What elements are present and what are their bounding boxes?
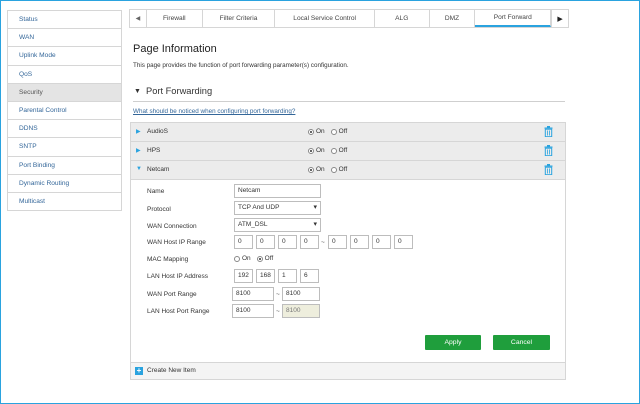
- tab-scroll-right-icon[interactable]: ▶: [551, 10, 568, 27]
- wan-port-end-input[interactable]: 8100: [282, 287, 320, 301]
- wan-ip-end-octet-4[interactable]: 0: [394, 235, 413, 249]
- sidebar-item-status[interactable]: Status: [8, 11, 121, 30]
- sidebar-item-uplink-mode[interactable]: Uplink Mode: [8, 47, 121, 66]
- port-forward-rules: ▶ AudioS On Off ▶ HPS On Off ▼ Netcam On…: [130, 122, 566, 380]
- wan-port-start-input[interactable]: 8100: [232, 287, 274, 301]
- rule-off-label: Off: [338, 147, 348, 154]
- wan-ip-end-octet-1[interactable]: 0: [328, 235, 347, 249]
- page-description: This page provides the function of port …: [133, 62, 349, 69]
- cancel-button[interactable]: Cancel: [493, 335, 550, 350]
- wan-ip-end-octet-3[interactable]: 0: [372, 235, 391, 249]
- wan-ip-start-octet-2[interactable]: 0: [256, 235, 275, 249]
- lan-ip-octet-3[interactable]: 1: [278, 269, 297, 283]
- trash-icon[interactable]: [544, 126, 553, 137]
- range-separator: ~: [276, 291, 280, 298]
- rule-on-label: On: [316, 166, 325, 173]
- plus-icon[interactable]: +: [135, 367, 143, 375]
- wan-ip-start-octet-1[interactable]: 0: [234, 235, 253, 249]
- section-title: Port Forwarding: [146, 86, 213, 96]
- apply-button[interactable]: Apply: [425, 335, 481, 350]
- tab-local-service-control[interactable]: Local Service Control: [275, 10, 375, 27]
- collapse-arrow-icon[interactable]: ▼: [134, 88, 141, 95]
- rule-on-radio[interactable]: [308, 166, 314, 173]
- wan-ip-end-octet-2[interactable]: 0: [350, 235, 369, 249]
- sidebar-item-parental-control[interactable]: Parental Control: [8, 101, 121, 121]
- rule-name: Netcam: [147, 166, 170, 173]
- expand-arrow-icon[interactable]: ▶: [136, 128, 141, 135]
- rule-state-radio-group: On Off: [308, 128, 353, 135]
- range-separator: ~: [321, 239, 325, 246]
- lan-host-ip-label: LAN Host IP Address: [147, 273, 208, 280]
- name-input[interactable]: Netcam: [234, 184, 321, 198]
- tab-bar: ◀ Firewall Filter Criteria Local Service…: [129, 9, 569, 28]
- rule-off-radio[interactable]: [330, 166, 337, 173]
- sidebar-item-wan[interactable]: WAN: [8, 29, 121, 48]
- tab-filter-criteria[interactable]: Filter Criteria: [203, 10, 276, 27]
- rule-on-label: On: [316, 128, 325, 135]
- lan-ip-octet-4[interactable]: 6: [300, 269, 319, 283]
- lan-port-end-input: 8100: [282, 304, 320, 318]
- sidebar-nav: Status WAN Uplink Mode QoS Security Pare…: [7, 10, 122, 212]
- page-title: Page Information: [133, 43, 217, 55]
- trash-icon[interactable]: [544, 164, 553, 175]
- rule-edit-form: Name Netcam Protocol TCP And UDP WAN Con…: [131, 180, 565, 363]
- sidebar-item-qos[interactable]: QoS: [8, 65, 121, 84]
- expand-arrow-icon[interactable]: ▶: [136, 147, 141, 154]
- tab-dmz[interactable]: DMZ: [430, 10, 476, 27]
- rule-name: AudioS: [147, 128, 168, 135]
- rule-row-audios[interactable]: ▶ AudioS On Off: [131, 123, 565, 142]
- sidebar-item-sntp[interactable]: SNTP: [8, 138, 121, 157]
- name-label: Name: [147, 188, 165, 195]
- mac-off-radio[interactable]: [256, 255, 263, 262]
- sidebar-item-multicast[interactable]: Multicast: [8, 192, 121, 212]
- protocol-select[interactable]: TCP And UDP: [234, 201, 321, 215]
- range-separator: ~: [276, 308, 280, 315]
- lan-port-start-input[interactable]: 8100: [232, 304, 274, 318]
- lan-ip-octet-1[interactable]: 192: [234, 269, 253, 283]
- mac-on-radio[interactable]: [234, 255, 240, 262]
- rule-row-hps[interactable]: ▶ HPS On Off: [131, 142, 565, 161]
- trash-icon[interactable]: [544, 145, 553, 156]
- rule-off-label: Off: [338, 128, 348, 135]
- section-header[interactable]: ▼ Port Forwarding: [133, 85, 565, 102]
- protocol-label: Protocol: [147, 206, 171, 213]
- wan-port-range-label: WAN Port Range: [147, 291, 197, 298]
- rule-row-netcam[interactable]: ▼ Netcam On Off: [131, 161, 565, 180]
- create-new-item-row[interactable]: + Create New Item: [131, 363, 565, 380]
- wan-ip-start-octet-3[interactable]: 0: [278, 235, 297, 249]
- mac-mapping-label: MAC Mapping: [147, 256, 189, 263]
- wan-connection-select[interactable]: ATM_DSL: [234, 218, 321, 232]
- mac-mapping-radio-group: On Off: [234, 255, 279, 262]
- wan-ip-start-octet-4[interactable]: 0: [300, 235, 319, 249]
- notice-link[interactable]: What should be noticed when configuring …: [133, 108, 295, 115]
- mac-off-label: Off: [264, 255, 274, 262]
- create-new-item-label[interactable]: Create New Item: [147, 367, 196, 374]
- rule-state-radio-group: On Off: [308, 147, 353, 154]
- rule-on-radio[interactable]: [308, 147, 314, 154]
- sidebar-item-security[interactable]: Security: [8, 83, 121, 102]
- lan-ip-octet-2[interactable]: 168: [256, 269, 275, 283]
- tab-firewall[interactable]: Firewall: [147, 10, 203, 27]
- rule-state-radio-group: On Off: [308, 166, 353, 173]
- sidebar-item-port-binding[interactable]: Port Binding: [8, 156, 121, 175]
- sidebar-item-dynamic-routing[interactable]: Dynamic Routing: [8, 174, 121, 193]
- rule-name: HPS: [147, 147, 161, 154]
- rule-on-radio[interactable]: [308, 128, 314, 135]
- rule-off-label: Off: [338, 166, 348, 173]
- rule-off-radio[interactable]: [330, 128, 337, 135]
- lan-port-range-label: LAN Host Port Range: [147, 308, 210, 315]
- wan-host-ip-label: WAN Host IP Range: [147, 239, 206, 246]
- wan-connection-label: WAN Connection: [147, 223, 197, 230]
- tab-alg[interactable]: ALG: [375, 10, 430, 27]
- tab-scroll-left-icon[interactable]: ◀: [130, 10, 147, 27]
- mac-on-label: On: [242, 255, 251, 262]
- rule-off-radio[interactable]: [330, 147, 337, 154]
- tab-port-forward[interactable]: Port Forward: [475, 10, 552, 27]
- rule-on-label: On: [316, 147, 325, 154]
- collapse-arrow-icon[interactable]: ▼: [136, 166, 142, 172]
- sidebar-item-ddns[interactable]: DDNS: [8, 120, 121, 139]
